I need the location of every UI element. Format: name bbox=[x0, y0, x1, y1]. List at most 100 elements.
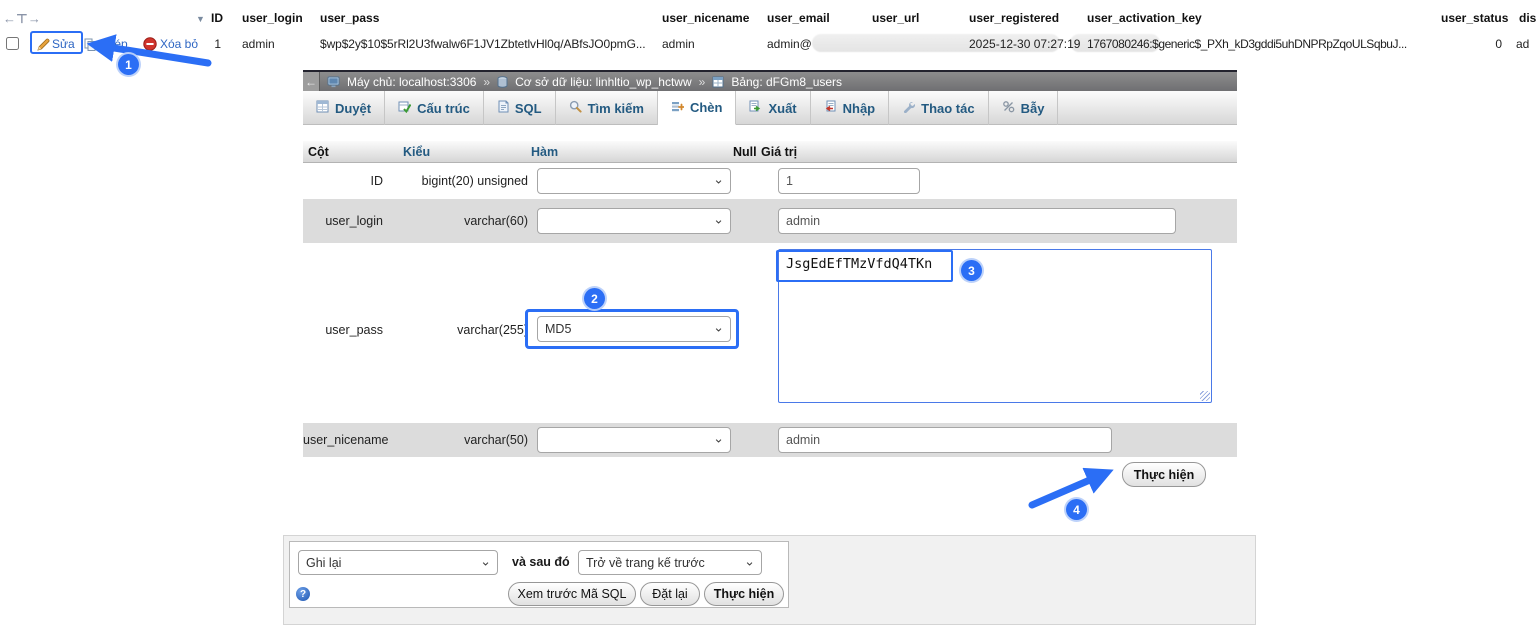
import-icon bbox=[824, 100, 837, 116]
field-label: user_login bbox=[303, 214, 383, 228]
browse-table-icon bbox=[316, 100, 329, 116]
row-select-checkbox[interactable] bbox=[6, 37, 19, 50]
column-nav-controls[interactable]: ←⊤→ bbox=[3, 11, 41, 27]
breadcrumb-server[interactable]: Máy chủ: localhost:3306 bbox=[347, 75, 476, 89]
field-type: varchar(60) bbox=[393, 214, 528, 228]
field-type: varchar(255) bbox=[393, 323, 528, 337]
breadcrumb-database[interactable]: Cơ sở dữ liệu: linhltio_wp_hctww bbox=[515, 75, 692, 89]
tab-insert[interactable]: Chèn bbox=[658, 91, 737, 125]
delete-icon bbox=[143, 37, 157, 54]
cell-display-name: ad bbox=[1516, 37, 1529, 51]
tab-operations[interactable]: Thao tác bbox=[889, 91, 988, 125]
tab-search[interactable]: Tìm kiếm bbox=[556, 91, 658, 125]
function-select-wrap bbox=[537, 427, 731, 453]
function-select-wrap bbox=[537, 208, 731, 234]
col-header-user-nicename[interactable]: user_nicename bbox=[662, 11, 749, 25]
insert-options-panel: Ghi lại và sau đó Trở về trang kế trước … bbox=[283, 535, 1256, 625]
cell-user-pass: $wp$2y$10$5rRl2U3fwalw6F1JV1ZbtetlvHl0q/… bbox=[320, 37, 646, 51]
insert-options-box: Ghi lại và sau đó Trở về trang kế trước … bbox=[289, 541, 789, 608]
value-input-id[interactable] bbox=[778, 168, 920, 194]
function-select-wrap bbox=[537, 168, 731, 194]
textarea-resize-handle[interactable] bbox=[1200, 391, 1210, 401]
md5-highlight-box bbox=[525, 309, 739, 349]
copy-link[interactable]: Chép bbox=[99, 37, 128, 51]
value-input-user-nicename[interactable] bbox=[778, 427, 1112, 453]
cell-user-login: admin bbox=[242, 37, 275, 51]
cell-user-activation-key: 1767080246:$generic$_PXh_kD3gddi5uhDNPRp… bbox=[1087, 37, 1407, 51]
and-then-label: và sau đó bbox=[512, 555, 570, 569]
step-badge-2: 2 bbox=[584, 288, 605, 309]
col-header-user-url[interactable]: user_url bbox=[872, 11, 919, 25]
breadcrumb-table[interactable]: Bảng: dFGm8_users bbox=[731, 75, 842, 89]
tab-bar: Duyệt Cấu trúc SQL Tìm kiếm Chèn Xuất Nh… bbox=[303, 91, 1237, 125]
arrow-to-go-button bbox=[1032, 473, 1106, 505]
database-icon bbox=[497, 76, 508, 88]
edit-highlight-box bbox=[30, 31, 83, 54]
tab-browse[interactable]: Duyệt bbox=[303, 91, 385, 125]
header-value: Giá trị bbox=[761, 145, 797, 159]
breadcrumb: ← Máy chủ: localhost:3306 » Cơ sở dữ liệ… bbox=[303, 70, 1237, 91]
col-header-user-email[interactable]: user_email bbox=[767, 11, 830, 25]
function-select-user-nicename[interactable] bbox=[537, 427, 731, 453]
tab-triggers[interactable]: Bẫy bbox=[989, 91, 1059, 125]
step-badge-3: 3 bbox=[961, 260, 982, 281]
back-arrow-button[interactable]: ← bbox=[303, 72, 320, 91]
col-header-display-name[interactable]: dis bbox=[1519, 11, 1536, 25]
tab-structure[interactable]: Cấu trúc bbox=[385, 91, 484, 125]
value-input-user-login[interactable] bbox=[778, 208, 1176, 234]
header-type[interactable]: Kiểu bbox=[403, 145, 430, 159]
table-icon bbox=[712, 76, 724, 88]
tab-sql[interactable]: SQL bbox=[484, 91, 556, 125]
delete-link[interactable]: Xóa bỏ bbox=[160, 37, 198, 51]
cell-user-email: admin@ bbox=[767, 37, 812, 51]
export-icon bbox=[749, 100, 762, 116]
header-null: Null bbox=[733, 145, 757, 159]
breadcrumb-separator: » bbox=[483, 75, 490, 89]
insert-icon bbox=[671, 100, 684, 116]
function-select-user-login[interactable] bbox=[537, 208, 731, 234]
field-label: user_nicename bbox=[303, 433, 383, 447]
cell-id: 1 bbox=[207, 37, 221, 51]
insert-panel: ← Máy chủ: localhost:3306 » Cơ sở dữ liệ… bbox=[303, 70, 1237, 458]
col-header-id[interactable]: ID bbox=[211, 11, 223, 25]
insert-action-select[interactable]: Ghi lại bbox=[298, 550, 498, 575]
go-button[interactable]: Thực hiện bbox=[1122, 462, 1206, 487]
step-badge-1: 1 bbox=[118, 54, 139, 75]
preview-sql-button[interactable]: Xem trước Mã SQL bbox=[508, 582, 636, 606]
password-text-highlight-box bbox=[776, 250, 953, 282]
after-insert-select[interactable]: Trở về trang kế trước bbox=[578, 550, 762, 575]
col-header-user-activation-key[interactable]: user_activation_key bbox=[1087, 11, 1202, 25]
copy-icon bbox=[84, 38, 96, 54]
col-header-user-status[interactable]: user_status bbox=[1441, 11, 1508, 25]
tab-export[interactable]: Xuất bbox=[736, 91, 810, 125]
cell-user-nicename: admin bbox=[662, 37, 695, 51]
col-header-user-registered[interactable]: user_registered bbox=[969, 11, 1059, 25]
form-row-user-pass: user_pass varchar(255) MD5 JsgEdEfTMzVfd… bbox=[303, 243, 1237, 423]
field-label: ID bbox=[303, 174, 383, 188]
tab-import[interactable]: Nhập bbox=[811, 91, 890, 125]
breadcrumb-separator: » bbox=[699, 75, 706, 89]
bottom-go-button[interactable]: Thực hiện bbox=[704, 582, 784, 606]
col-header-user-login[interactable]: user_login bbox=[242, 11, 303, 25]
header-column: Cột bbox=[308, 145, 329, 159]
field-type: varchar(50) bbox=[393, 433, 528, 447]
insert-form-header: Cột Kiểu Hàm Null Giá trị bbox=[303, 141, 1237, 163]
wrench-icon bbox=[902, 100, 915, 116]
structure-icon bbox=[398, 100, 411, 116]
form-row-user-nicename: user_nicename varchar(50) bbox=[303, 423, 1237, 457]
sort-desc-icon[interactable]: ▼ bbox=[196, 14, 205, 24]
header-function[interactable]: Hàm bbox=[531, 145, 558, 159]
form-row-id: ID bigint(20) unsigned bbox=[303, 163, 1237, 199]
help-icon[interactable]: ? bbox=[296, 587, 310, 601]
sql-icon bbox=[497, 100, 509, 116]
server-icon bbox=[327, 76, 340, 88]
function-select-id[interactable] bbox=[537, 168, 731, 194]
triggers-icon bbox=[1002, 100, 1015, 116]
form-row-user-login: user_login varchar(60) bbox=[303, 199, 1237, 243]
field-label: user_pass bbox=[303, 323, 383, 337]
col-header-user-pass[interactable]: user_pass bbox=[320, 11, 379, 25]
reset-button[interactable]: Đặt lại bbox=[640, 582, 700, 606]
search-icon bbox=[569, 100, 582, 116]
cell-user-registered: 2025-12-30 07:27:19 bbox=[969, 37, 1080, 51]
after-insert-select-wrap: Trở về trang kế trước bbox=[578, 550, 762, 575]
